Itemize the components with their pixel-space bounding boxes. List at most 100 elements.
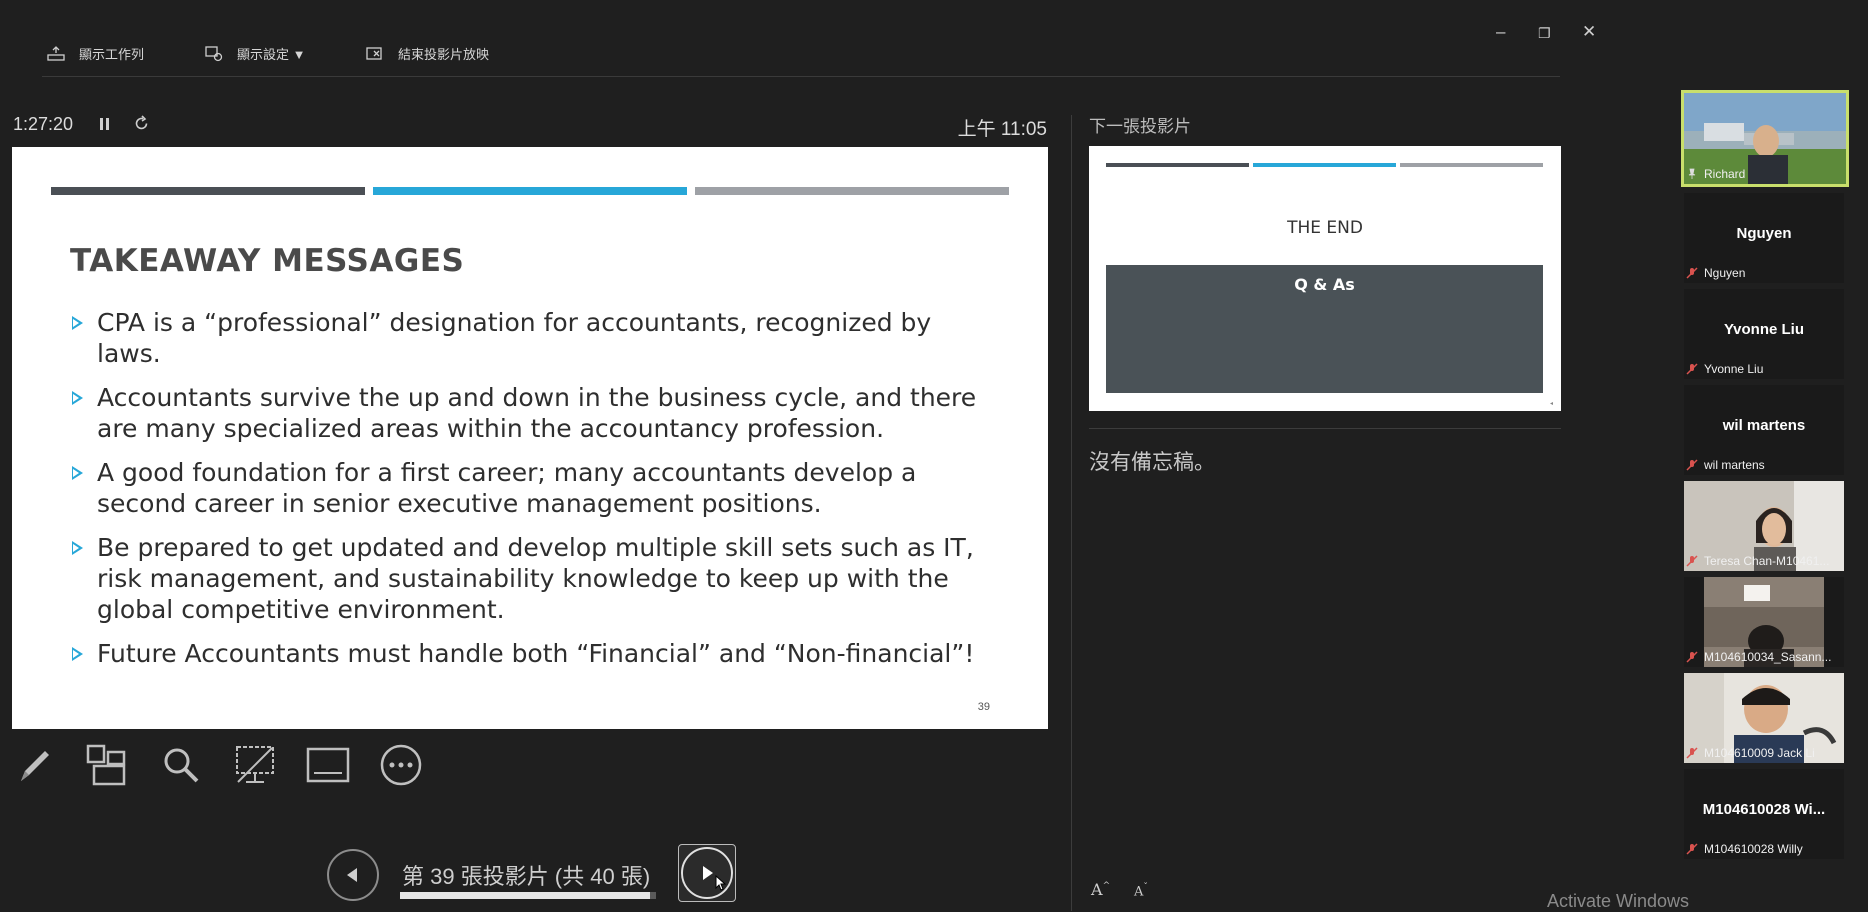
see-all-slides-button[interactable]	[84, 742, 130, 788]
mouse-cursor-icon	[715, 875, 727, 891]
next-slide-button[interactable]	[681, 847, 733, 899]
screen-off-icon	[236, 746, 274, 783]
display-settings-label: 顯示設定 ▼	[237, 47, 306, 62]
pane-divider	[1071, 115, 1072, 911]
participant-name-tag: Richard	[1686, 167, 1745, 181]
participant-tile[interactable]: Teresa Chan-M10461...	[1684, 481, 1844, 571]
participant-tile[interactable]: M104610028 Wi... M104610028 Willy	[1684, 769, 1844, 859]
toolbar-divider	[42, 76, 1560, 77]
increase-font-button[interactable]: A^	[1091, 880, 1110, 899]
slide-number: 39	[977, 701, 990, 713]
triangle-right-icon	[703, 866, 713, 880]
participant-tile[interactable]: M104610034_Sasann...	[1684, 577, 1844, 667]
participant-tile[interactable]: wil martens wil martens	[1684, 385, 1844, 475]
next-slide-mini-number: ◂	[1549, 401, 1553, 407]
bullet-item: Accountants survive the up and down in t…	[70, 382, 1000, 444]
thumb-bar-dark	[1106, 163, 1249, 167]
black-screen-button[interactable]	[232, 742, 278, 788]
restore-button[interactable]: ❐	[1538, 25, 1551, 42]
participant-name-tag: Yvonne Liu	[1686, 362, 1763, 376]
slide-title: TAKEAWAY MESSAGES	[70, 243, 465, 279]
timer-value: 1:27:20	[13, 114, 74, 134]
participant-name: Teresa Chan-M10461...	[1704, 554, 1830, 568]
participant-display-name: Nguyen	[1736, 225, 1792, 242]
muted-mic-icon	[1686, 747, 1698, 759]
thumb-bar-gray	[1400, 163, 1543, 167]
participant-display-name: Yvonne Liu	[1723, 321, 1804, 338]
slide-bar-dark	[51, 187, 365, 195]
zoom-button[interactable]	[158, 742, 204, 788]
pin-icon	[1688, 168, 1696, 179]
display-settings-button[interactable]: 顯示設定 ▼	[205, 44, 305, 63]
muted-mic-icon	[1686, 843, 1698, 855]
speaker-notes: 沒有備忘稿。	[1089, 451, 1215, 474]
next-slide-button-frame[interactable]	[678, 844, 736, 902]
close-button[interactable]: ✕	[1582, 22, 1596, 42]
participant-name-tag: M104610028 Willy	[1686, 842, 1803, 856]
restart-icon	[135, 115, 148, 130]
thumb-bar-blue	[1253, 163, 1396, 167]
participant-tile[interactable]: M104610009 Jack Li	[1684, 673, 1844, 763]
all-slides-icon	[86, 744, 126, 786]
pen-tool-button[interactable]	[12, 742, 58, 788]
bullet-item: Future Accountants must handle both “Fin…	[70, 638, 1000, 669]
participant-name: Richard	[1704, 167, 1746, 181]
bullet-item: A good foundation for a first career; ma…	[70, 457, 1000, 519]
participant-name: Yvonne Liu	[1704, 362, 1764, 376]
bullet-item: Be prepared to get updated and develop m…	[70, 532, 1000, 625]
next-slide-header: 下一張投影片	[1089, 117, 1191, 136]
current-slide[interactable]: TAKEAWAY MESSAGES CPA is a “professional…	[12, 147, 1048, 729]
end-slideshow-button[interactable]: 結束投影片放映	[366, 44, 489, 63]
restart-timer-button[interactable]	[133, 115, 150, 137]
display-settings-icon	[205, 45, 223, 61]
muted-mic-icon	[1686, 363, 1698, 375]
participant-tile[interactable]: Nguyen Nguyen	[1684, 193, 1844, 283]
current-time: 上午 11:05	[957, 119, 1047, 140]
participant-tile[interactable]: Yvonne Liu Yvonne Liu	[1684, 289, 1844, 379]
minimize-button[interactable]: –	[1496, 22, 1505, 42]
participant-name: wil martens	[1704, 458, 1765, 472]
participant-display-name: wil martens	[1722, 417, 1806, 434]
notes-divider	[1089, 428, 1561, 429]
bullet-item: CPA is a “professional” designation for …	[70, 307, 1000, 369]
muted-mic-icon	[1686, 555, 1698, 567]
participant-name-tag: M104610009 Jack Li	[1686, 746, 1815, 760]
end-slideshow-icon	[366, 46, 382, 60]
triangle-left-icon	[347, 868, 357, 882]
next-slide-preview[interactable]: THE END Q & As ◂	[1089, 146, 1561, 411]
more-icon	[380, 744, 422, 786]
show-taskbar-label: 顯示工作列	[79, 47, 145, 62]
slide-bullets: CPA is a “professional” designation for …	[70, 307, 1000, 682]
participant-name: M104610009 Jack Li	[1704, 746, 1815, 760]
slide-bar-gray	[695, 187, 1009, 195]
taskbar-icon	[47, 45, 65, 61]
end-slideshow-label: 結束投影片放映	[398, 47, 490, 62]
participant-name: M104610028 Willy	[1704, 842, 1803, 856]
pause-icon	[100, 118, 109, 130]
decrease-font-icon: A	[1134, 884, 1144, 900]
subtitles-icon	[306, 747, 350, 783]
previous-slide-button[interactable]	[327, 849, 379, 901]
next-slide-box: Q & As	[1106, 265, 1543, 393]
magnifier-icon	[164, 748, 199, 783]
elapsed-timer: 1:27:20	[13, 114, 73, 135]
muted-mic-icon	[1686, 651, 1698, 663]
pen-icon	[21, 751, 49, 781]
decrease-font-button[interactable]: Aˇ	[1134, 883, 1148, 899]
participant-name: M104610034_Sasann...	[1704, 650, 1832, 664]
pause-timer-button[interactable]	[98, 116, 112, 137]
increase-font-icon: A	[1091, 880, 1103, 899]
more-options-button[interactable]	[378, 742, 424, 788]
participant-name: Nguyen	[1704, 266, 1746, 280]
next-slide-box-text: Q & As	[1294, 275, 1355, 294]
participant-name-tag: wil martens	[1686, 458, 1765, 472]
participant-name-tag: Nguyen	[1686, 266, 1745, 280]
slide-counter: 第 39 張投影片 (共 40 張)	[402, 864, 651, 889]
show-taskbar-button[interactable]: 顯示工作列	[47, 44, 144, 63]
subtitles-button[interactable]	[305, 742, 351, 788]
participant-tile[interactable]: Richard	[1681, 90, 1849, 187]
slide-progress-bar[interactable]	[400, 892, 656, 899]
participant-name-tag: M104610034_Sasann...	[1686, 650, 1831, 664]
slide-progress-fill	[400, 892, 650, 899]
slide-bar-blue	[373, 187, 687, 195]
